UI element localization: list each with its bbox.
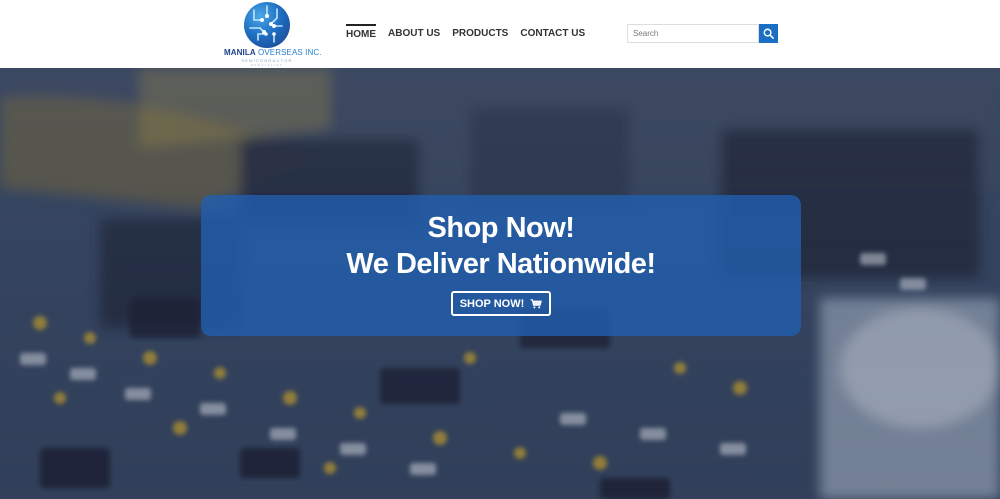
shop-now-label: SHOP NOW! [459,297,525,310]
company-logo[interactable]: MANILA OVERSEAS INC. SEMICONDUCTOR SPECI… [224,2,321,67]
promo-banner: Shop Now! We Deliver Nationwide! SHOP NO… [201,195,801,336]
search-button[interactable] [759,24,778,43]
site-header: MANILA OVERSEAS INC. SEMICONDUCTOR SPECI… [0,0,1000,68]
search-icon [763,28,774,39]
headline-line-2: We Deliver Nationwide! [346,248,656,280]
headline-line-1: Shop Now! [427,212,575,244]
nav-home[interactable]: HOME [346,24,376,40]
search-input[interactable] [627,24,759,43]
logo-wordmark: MANILA OVERSEAS INC. [224,48,321,57]
logo-tagline-2: SPECIALIST [250,63,284,67]
logo-name-bold: MANILA [224,48,256,57]
nav-contact-us[interactable]: CONTACT US [520,24,585,40]
cart-icon [530,298,543,308]
hero-section: Shop Now! We Deliver Nationwide! SHOP NO… [0,68,1000,499]
main-nav: HOME ABOUT US PRODUCTS CONTACT US [346,24,597,40]
circuit-logo-icon [244,2,290,48]
search-form [627,24,778,43]
nav-products[interactable]: PRODUCTS [452,24,508,40]
nav-about-us[interactable]: ABOUT US [388,24,440,40]
shop-now-button[interactable]: SHOP NOW! [451,291,551,316]
logo-name-rest: OVERSEAS INC. [255,48,322,57]
